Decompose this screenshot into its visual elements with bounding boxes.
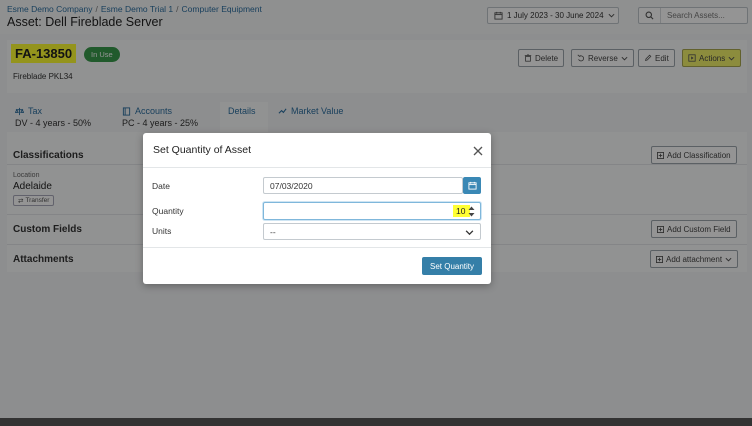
- units-label: Units: [152, 226, 172, 236]
- close-icon[interactable]: [471, 144, 485, 158]
- dialog-divider: [143, 167, 491, 168]
- dialog-divider: [143, 247, 491, 248]
- date-value: 07/03/2020: [270, 180, 313, 191]
- quantity-label: Quantity: [152, 206, 184, 216]
- calendar-icon: [467, 181, 477, 190]
- units-select[interactable]: --: [263, 223, 481, 240]
- dialog-title: Set Quantity of Asset: [153, 144, 252, 156]
- date-picker-button[interactable]: [463, 177, 481, 194]
- quantity-input[interactable]: 10: [263, 202, 481, 220]
- bottom-bar: [0, 418, 752, 426]
- set-quantity-dialog: Set Quantity of Asset Date 07/03/2020 Qu…: [143, 133, 491, 284]
- set-quantity-button[interactable]: Set Quantity: [422, 257, 482, 275]
- chevron-down-icon: [465, 230, 474, 236]
- date-label: Date: [152, 181, 170, 191]
- units-value: --: [270, 226, 276, 237]
- spinner-icon[interactable]: [468, 206, 475, 217]
- date-field[interactable]: 07/03/2020: [263, 177, 463, 194]
